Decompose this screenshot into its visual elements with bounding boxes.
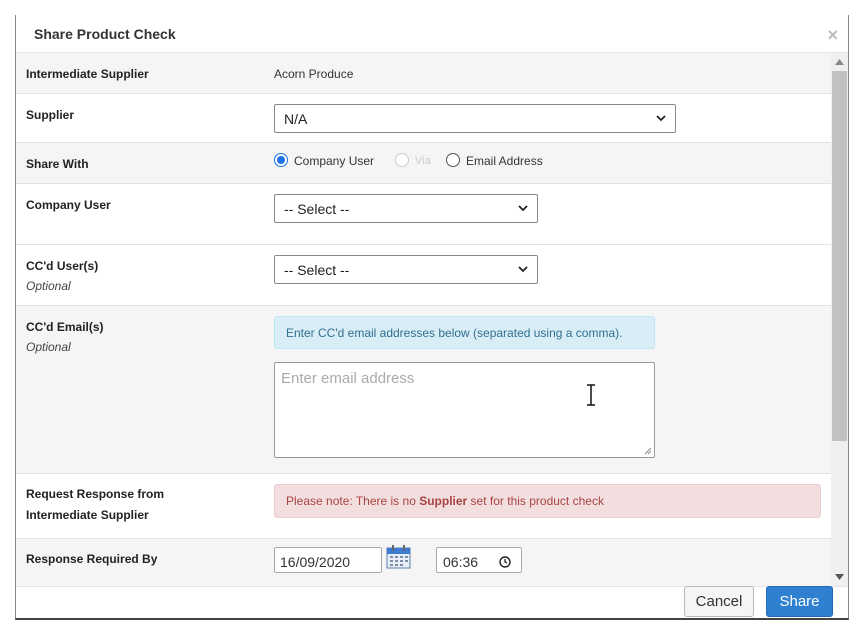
ccd-emails-optional: Optional (26, 340, 71, 354)
response-time-input[interactable]: 06:36 (436, 547, 522, 573)
modal-title: Share Product Check (34, 26, 176, 42)
share-product-check-modal: Share Product Check × Intermediate Suppl… (15, 15, 849, 620)
ccd-users-select[interactable]: -- Select -- (274, 255, 538, 284)
modal-scrollbar[interactable] (831, 53, 848, 586)
radio-email-address-label: Email Address (466, 154, 543, 168)
response-date-input[interactable]: 16/09/2020 (274, 547, 382, 573)
radio-checked-icon (274, 153, 288, 167)
response-date-value: 16/09/2020 (280, 554, 351, 570)
modal-header: Share Product Check × (16, 15, 848, 53)
no-supplier-warning: Please note: There is no Supplier set fo… (274, 484, 821, 518)
ccd-emails-textarea[interactable]: Enter email address (274, 362, 655, 458)
scroll-down-arrow-icon[interactable] (835, 574, 844, 580)
row-share-with: Share With Company User Via Email Addres… (16, 143, 831, 184)
chevron-down-icon (518, 266, 528, 273)
scrollbar-thumb[interactable] (832, 71, 847, 441)
supplier-label: Supplier (26, 108, 75, 122)
response-required-label: Response Required By (26, 552, 158, 566)
radio-unchecked-icon (446, 153, 460, 167)
supplier-select-value: N/A (284, 111, 308, 127)
radio-company-user-label: Company User (294, 154, 375, 168)
cancel-button[interactable]: Cancel (684, 586, 754, 617)
row-response-required-by: Response Required By 16/09/2020 06:36 (16, 539, 831, 586)
supplier-select[interactable]: N/A (274, 104, 676, 133)
note-suffix: set for this product check (467, 494, 604, 508)
company-user-label: Company User (26, 198, 111, 212)
row-supplier: Supplier N/A (16, 94, 831, 143)
ccd-emails-placeholder: Enter email address (281, 370, 415, 387)
text-cursor-icon (587, 384, 595, 406)
modal-body: Intermediate Supplier Acorn Produce Supp… (16, 53, 848, 586)
company-user-select-value: -- Select -- (284, 201, 350, 217)
intermediate-supplier-label: Intermediate Supplier (26, 67, 149, 81)
calendar-icon[interactable] (386, 544, 411, 569)
no-supplier-warning-text: Please note: There is no Supplier set fo… (286, 494, 604, 508)
clock-icon (499, 556, 511, 568)
row-intermediate-supplier: Intermediate Supplier Acorn Produce (16, 53, 831, 94)
intermediate-supplier-value: Acorn Produce (274, 67, 354, 81)
share-button[interactable]: Share (766, 586, 833, 617)
resize-grip-icon[interactable] (642, 445, 652, 455)
note-bold: Supplier (419, 494, 468, 508)
ccd-emails-info-text: Enter CC'd email addresses below (separa… (286, 326, 623, 340)
request-response-label-line1: Request Response from (26, 487, 165, 501)
radio-via-label: Via (415, 155, 431, 167)
share-with-label: Share With (26, 157, 89, 171)
note-prefix: Please note: There is no (286, 494, 420, 508)
chevron-down-icon (656, 115, 666, 122)
row-ccd-users: CC'd User(s) Optional -- Select -- (16, 245, 831, 306)
request-response-label-line2: Intermediate Supplier (26, 508, 149, 522)
row-company-user: Company User -- Select -- (16, 184, 831, 245)
chevron-down-icon (518, 205, 528, 212)
ccd-users-label: CC'd User(s) (26, 259, 99, 273)
modal-footer: Cancel Share (16, 586, 848, 618)
company-user-select[interactable]: -- Select -- (274, 194, 538, 223)
scroll-up-arrow-icon[interactable] (835, 59, 844, 65)
response-time-value: 06:36 (443, 554, 479, 570)
ccd-emails-info-alert: Enter CC'd email addresses below (separa… (274, 316, 655, 349)
close-icon[interactable]: × (827, 26, 838, 44)
ccd-emails-label: CC'd Email(s) (26, 320, 104, 334)
ccd-users-optional: Optional (26, 279, 71, 293)
ccd-users-select-value: -- Select -- (284, 262, 350, 278)
row-request-response: Request Response from Intermediate Suppl… (16, 474, 831, 539)
radio-disabled-icon (395, 153, 409, 167)
row-ccd-emails: CC'd Email(s) Optional Enter CC'd email … (16, 306, 831, 474)
